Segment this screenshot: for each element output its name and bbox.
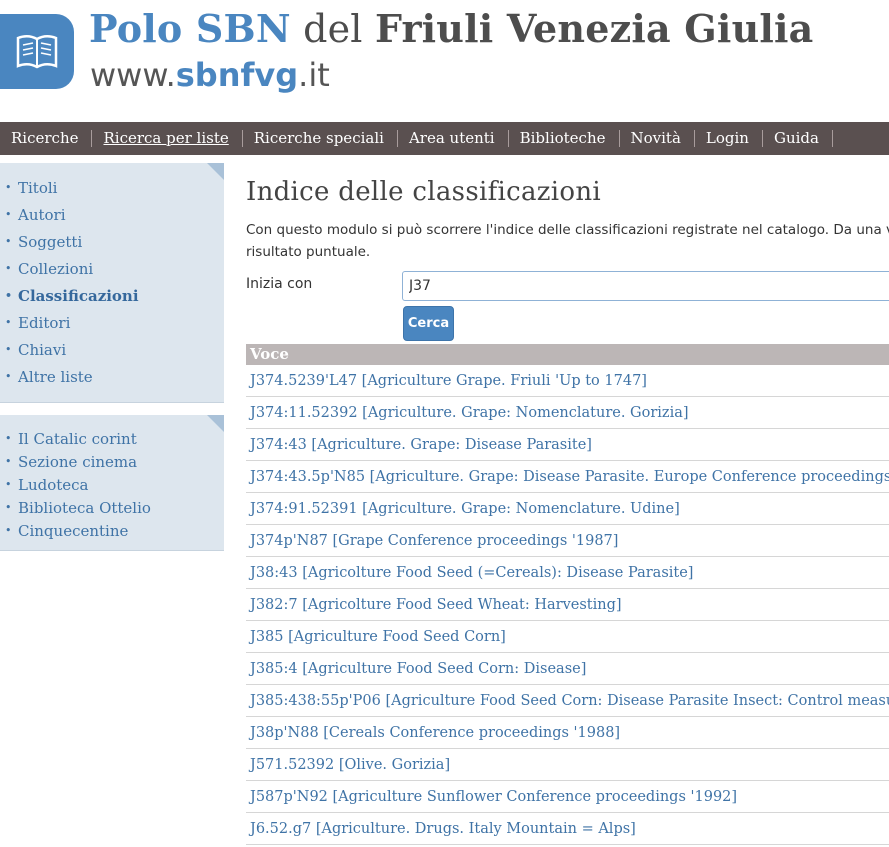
site-url-part1: www. [90, 56, 176, 94]
nav-item-ricerca-per-liste[interactable]: Ricerca per liste [92, 130, 243, 147]
site-title-part1: Polo SBN [89, 6, 291, 51]
result-row[interactable]: J385 [Agriculture Food Seed Corn] [246, 621, 889, 653]
result-row[interactable]: J374:43 [Agriculture. Grape: Disease Par… [246, 429, 889, 461]
nav-item-ricerche-speciali[interactable]: Ricerche speciali [243, 130, 398, 147]
result-row[interactable]: J374:11.52392 [Agriculture. Grape: Nomen… [246, 397, 889, 429]
book-logo-icon[interactable] [0, 14, 74, 89]
result-row[interactable]: J374.5239'L47 [Agriculture Grape. Friuli… [246, 365, 889, 397]
sidebar-item-ludoteca[interactable]: Ludoteca [0, 474, 224, 497]
result-row[interactable]: J38:43 [Agricolture Food Seed (=Cereals)… [246, 557, 889, 589]
starts-with-label: Inizia con [246, 276, 313, 292]
result-row[interactable]: J374:43.5p'N85 [Agriculture. Grape: Dise… [246, 461, 889, 493]
sidebar-item-biblioteca-ottelio[interactable]: Biblioteca Ottelio [0, 497, 224, 520]
result-row[interactable]: J571.52392 [Olive. Gorizia] [246, 749, 889, 781]
result-row[interactable]: J374:91.52391 [Agriculture. Grape: Nomen… [246, 493, 889, 525]
nav-item-novita[interactable]: Novità [620, 130, 695, 147]
result-row[interactable]: J382:7 [Agricolture Food Seed Wheat: Har… [246, 589, 889, 621]
sidebar-item-altre-liste[interactable]: Altre liste [0, 366, 224, 393]
search-form-row: Inizia con [246, 271, 889, 303]
sidebar-item-soggetti[interactable]: Soggetti [0, 231, 224, 258]
nav-item-guida[interactable]: Guida [763, 130, 833, 147]
result-row[interactable]: J385:4 [Agriculture Food Seed Corn: Dise… [246, 653, 889, 685]
results-header: Voce [246, 344, 889, 365]
result-row[interactable]: J6.52.g7 [Agriculture. Drugs. Italy Moun… [246, 813, 889, 845]
sidebar-lists-box: Titoli Autori Soggetti Collezioni Classi… [0, 163, 224, 403]
result-row[interactable]: J587p'N92 [Agriculture Sunflower Confere… [246, 781, 889, 813]
result-row[interactable]: J374p'N87 [Grape Conference proceedings … [246, 525, 889, 557]
site-title-part2: del [290, 7, 375, 51]
site-url-part2: sbnfvg [175, 56, 299, 94]
page-title: Indice delle classificazioni [246, 177, 602, 207]
main-content: Indice delle classificazioni Con questo … [246, 172, 889, 341]
sidebar-item-collezioni[interactable]: Collezioni [0, 258, 224, 285]
nav-item-area-utenti[interactable]: Area utenti [398, 130, 509, 147]
sidebar: Titoli Autori Soggetti Collezioni Classi… [0, 163, 224, 551]
main-navbar: Ricerche Ricerca per liste Ricerche spec… [0, 122, 889, 155]
sidebar-item-titoli[interactable]: Titoli [0, 177, 224, 204]
starts-with-input[interactable] [402, 271, 889, 301]
intro-text: Con questo modulo si può scorrere l'indi… [246, 222, 889, 260]
results-table: Voce J374.5239'L47 [Agriculture Grape. F… [246, 344, 889, 845]
result-row[interactable]: J38p'N88 [Cereals Conference proceedings… [246, 717, 889, 749]
sidebar-item-catalic-corint[interactable]: Il Catalic corint [0, 428, 224, 451]
site-url[interactable]: www.sbnfvg.it [90, 56, 330, 94]
sidebar-item-classificazioni[interactable]: Classificazioni [0, 285, 224, 312]
sidebar-item-cinquecentine[interactable]: Cinquecentine [0, 520, 224, 543]
sidebar-item-editori[interactable]: Editori [0, 312, 224, 339]
sidebar-item-chiavi[interactable]: Chiavi [0, 339, 224, 366]
site-url-part3: .it [298, 56, 330, 94]
site-title-part3: Friuli Venezia Giulia [374, 6, 814, 51]
sidebar-item-sezione-cinema[interactable]: Sezione cinema [0, 451, 224, 474]
site-header: Polo SBN del Friuli Venezia Giulia www.s… [0, 0, 889, 122]
sidebar-item-autori[interactable]: Autori [0, 204, 224, 231]
search-button[interactable]: Cerca [403, 306, 454, 341]
nav-item-login[interactable]: Login [695, 130, 763, 147]
result-row[interactable]: J385:438:55p'P06 [Agriculture Food Seed … [246, 685, 889, 717]
sidebar-special-box: Il Catalic corint Sezione cinema Ludotec… [0, 415, 224, 551]
site-title[interactable]: Polo SBN del Friuli Venezia Giulia [89, 6, 813, 51]
nav-item-biblioteche[interactable]: Biblioteche [509, 130, 620, 147]
nav-item-ricerche[interactable]: Ricerche [0, 130, 93, 147]
